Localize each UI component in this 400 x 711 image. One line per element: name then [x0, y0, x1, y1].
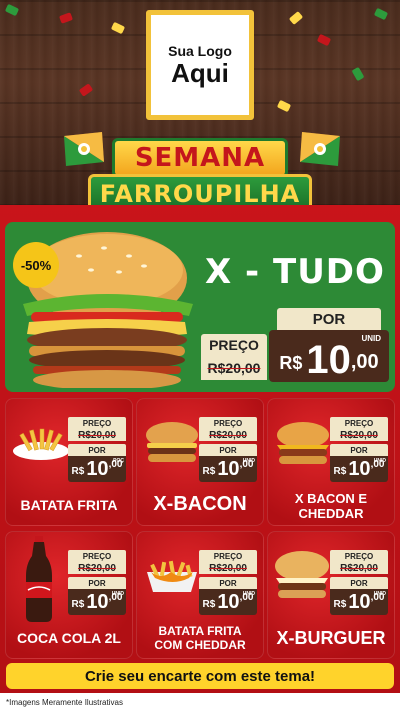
hero-unit: UNID — [361, 334, 381, 343]
currency: R$ — [71, 599, 85, 610]
product-card-x-bacon-e-cheddar[interactable]: PREÇO R$20,00 POR R$ 10 ,00 UNID X BACON… — [267, 398, 395, 526]
unit: UNID — [242, 591, 255, 597]
por-label: POR — [330, 444, 388, 456]
rio-grande-do-sul-flag-icon — [64, 132, 104, 166]
fries-icon — [13, 428, 69, 460]
fries-cheddar-icon — [147, 560, 197, 592]
product-card-batata-frita-com-cheddar[interactable]: PREÇO R$20,00 POR R$ 10 ,00 UNID BATATA … — [136, 531, 264, 659]
product-name: BATATA FRITA — [20, 497, 118, 513]
por-label: POR — [199, 444, 257, 456]
hero-old-price: R$20,00 — [201, 356, 267, 380]
title-line1: SEMANA — [134, 143, 266, 173]
currency: R$ — [202, 599, 216, 610]
hero-currency: R$ — [279, 353, 303, 373]
old-price: R$20,00 — [68, 562, 126, 574]
hero-preco-label: PREÇO — [201, 334, 267, 356]
preco-label: PREÇO — [199, 550, 257, 562]
product-name-line1: X BACON E — [294, 491, 368, 506]
hero-price-int: 10 — [306, 338, 351, 382]
unit: UNID — [373, 458, 386, 464]
unit: UNID — [111, 591, 124, 597]
currency: R$ — [202, 466, 216, 477]
product-name-line1: BATATA FRITA — [158, 624, 242, 638]
unit: UNID — [242, 458, 255, 464]
hero-por-label: POR — [277, 308, 381, 330]
burger-icon — [275, 551, 329, 598]
old-price: R$20,00 — [68, 429, 126, 441]
price-int: 10 — [217, 458, 240, 480]
price-int: 10 — [348, 591, 371, 613]
flyer-page: Sua Logo Aqui SEMANA FARROUPILHA -50% X … — [0, 0, 400, 711]
preco-label: PREÇO — [68, 550, 126, 562]
currency: R$ — [71, 466, 85, 477]
price: R$ 10 ,00 UNID — [199, 456, 257, 482]
bottle-icon — [26, 536, 52, 622]
por-label: POR — [68, 444, 126, 456]
discount-badge: -50% — [13, 242, 59, 288]
price-block: PREÇO R$20,00 POR R$ 10 ,00 POÇ — [68, 417, 126, 482]
por-label: POR — [199, 577, 257, 589]
product-name-line2: CHEDDAR — [298, 506, 364, 521]
old-price: R$20,00 — [199, 429, 257, 441]
rio-grande-do-sul-flag-icon — [300, 132, 340, 166]
hero-product-name: X - TUDO — [205, 252, 385, 292]
product-name: X-BACON — [153, 493, 247, 515]
price-block: PREÇO R$20,00 POR R$ 10 ,00 UNID — [199, 550, 257, 615]
price-int: 10 — [217, 591, 240, 613]
price: R$ 10 ,00 UNID — [330, 589, 388, 615]
preco-label: PREÇO — [199, 417, 257, 429]
unit: POÇ — [113, 458, 124, 464]
hero-price-dec: ,00 — [350, 351, 379, 373]
title-line2: FARROUPILHA — [99, 180, 301, 208]
price-block: PREÇO R$20,00 POR R$ 10 ,00 UNID — [330, 417, 388, 482]
preco-label: PREÇO — [330, 417, 388, 429]
price-block: PREÇO R$20,00 POR R$ 10 ,00 UNID — [68, 550, 126, 615]
price-block: PREÇO R$20,00 POR R$ 10 ,00 UNID — [330, 550, 388, 615]
price: R$ 10 ,00 UNID — [68, 589, 126, 615]
preco-label: PREÇO — [330, 550, 388, 562]
price: R$ 10 ,00 POÇ — [68, 456, 126, 482]
old-price: R$20,00 — [199, 562, 257, 574]
price-int: 10 — [348, 458, 371, 480]
currency: R$ — [333, 599, 347, 610]
product-card-coca-cola[interactable]: PREÇO R$20,00 POR R$ 10 ,00 UNID COCA CO… — [5, 531, 133, 659]
product-card-batata-frita[interactable]: PREÇO R$20,00 POR R$ 10 ,00 POÇ BATATA F… — [5, 398, 133, 526]
burger-icon — [146, 422, 198, 462]
preco-label: PREÇO — [68, 417, 126, 429]
currency: R$ — [333, 466, 347, 477]
unit: UNID — [373, 591, 386, 597]
price-int: 10 — [86, 458, 109, 480]
logo-placeholder[interactable]: Sua Logo Aqui — [146, 10, 254, 120]
cta-button[interactable]: Crie seu encarte com este tema! — [6, 663, 394, 689]
burger-icon — [277, 422, 329, 464]
product-card-x-bacon[interactable]: PREÇO R$20,00 POR R$ 10 ,00 UNID X-BACON — [136, 398, 264, 526]
disclaimer-text: *Imagens Meramente Ilustrativas — [6, 698, 123, 707]
product-name: X-BURGUER — [276, 628, 386, 648]
price: R$ 10 ,00 UNID — [330, 456, 388, 482]
price-block: PREÇO R$20,00 POR R$ 10 ,00 UNID — [199, 417, 257, 482]
por-label: POR — [68, 577, 126, 589]
price-int: 10 — [86, 591, 109, 613]
por-label: POR — [330, 577, 388, 589]
product-card-x-burguer[interactable]: PREÇO R$20,00 POR R$ 10 ,00 UNID X-BURGU… — [267, 531, 395, 659]
product-name: COCA COLA 2L — [17, 630, 121, 646]
hero-product-card[interactable]: -50% X - TUDO PREÇO R$20,00 POR R$ 10 ,0… — [5, 222, 395, 392]
title-line1-banner: SEMANA — [112, 138, 288, 178]
logo-text-line1: Sua Logo — [168, 43, 232, 59]
old-price: R$20,00 — [330, 562, 388, 574]
product-name-line2: COM CHEDDAR — [154, 638, 246, 652]
price: R$ 10 ,00 UNID — [199, 589, 257, 615]
logo-text-line2: Aqui — [171, 58, 229, 88]
old-price: R$20,00 — [330, 429, 388, 441]
hero-price: R$ 10 ,00 UNID — [269, 330, 389, 382]
